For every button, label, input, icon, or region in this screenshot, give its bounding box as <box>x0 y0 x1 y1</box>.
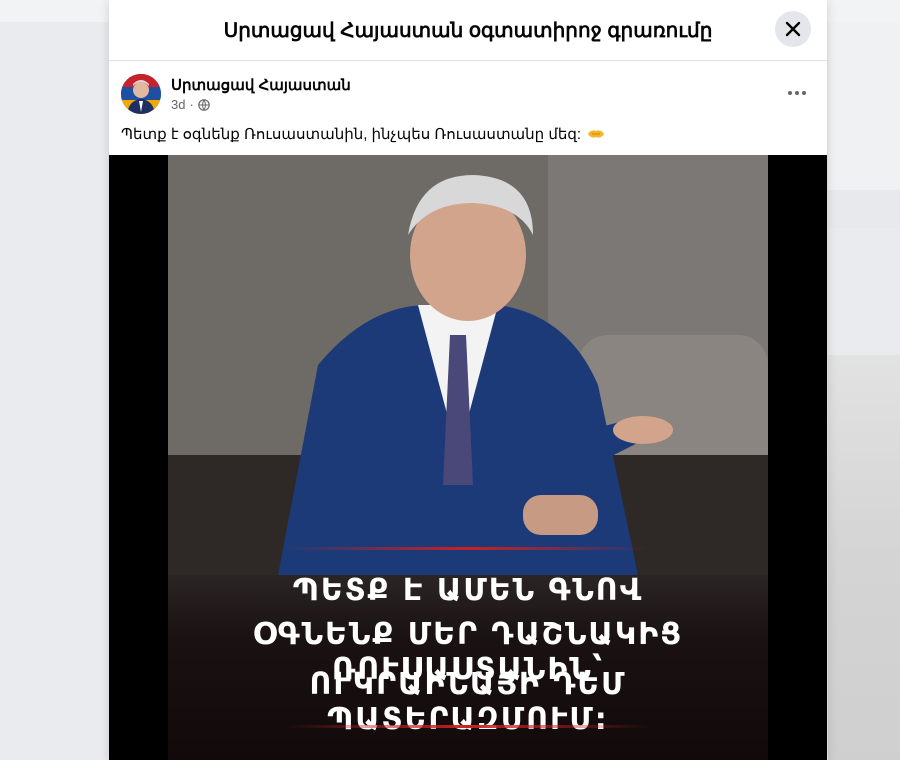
close-button[interactable] <box>775 11 811 47</box>
close-icon <box>785 21 801 37</box>
post-meta: 3d · <box>171 97 210 112</box>
more-options-button[interactable] <box>781 81 813 105</box>
post-header: Սրտացավ Հայաստան 3d · <box>109 61 827 121</box>
divider-top <box>286 547 650 550</box>
post-message: Պետք է օգնենք Ռուսաստանին, ինչպես Ռուսաս… <box>121 126 582 143</box>
more-icon <box>788 91 806 95</box>
avatar-image <box>121 74 161 114</box>
image-content: ՊԵՏՔ Է ԱՄԵՆ ԳՆՈՎ ՕԳՆԵՆՔ ՄԵՐ ԴԱՇՆԱԿԻՑ ՌՈՒ… <box>168 155 768 760</box>
post-dialog: Սրտացավ Հայաստան օգտատիրոջ գրառումը Սրտա… <box>109 0 827 760</box>
man-portrait <box>168 155 768 575</box>
handshake-emoji <box>587 127 605 145</box>
post-time[interactable]: 3d <box>171 97 185 112</box>
background-panel <box>828 22 900 190</box>
dialog-header: Սրտացավ Հայաստան օգտատիրոջ գրառումը <box>109 0 827 61</box>
globe-icon <box>198 98 210 111</box>
divider-bottom <box>286 725 650 728</box>
dialog-title: Սրտացավ Հայաստան օգտատիրոջ գրառումը <box>223 19 713 42</box>
background-photo <box>828 355 900 760</box>
meta-separator: · <box>189 97 194 112</box>
author-name[interactable]: Սրտացավ Հայաստան <box>171 76 351 94</box>
post-image[interactable]: ՊԵՏՔ Է ԱՄԵՆ ԳՆՈՎ ՕԳՆԵՆՔ ՄԵՐ ԴԱՇՆԱԿԻՑ ՌՈՒ… <box>109 155 827 760</box>
background-card <box>828 190 900 228</box>
image-caption-line-1: ՊԵՏՔ Է ԱՄԵՆ ԳՆՈՎ <box>292 573 644 608</box>
post-text: Պետք է օգնենք Ռուսաստանին, ինչպես Ռուսաս… <box>121 125 605 145</box>
avatar[interactable] <box>121 74 161 114</box>
